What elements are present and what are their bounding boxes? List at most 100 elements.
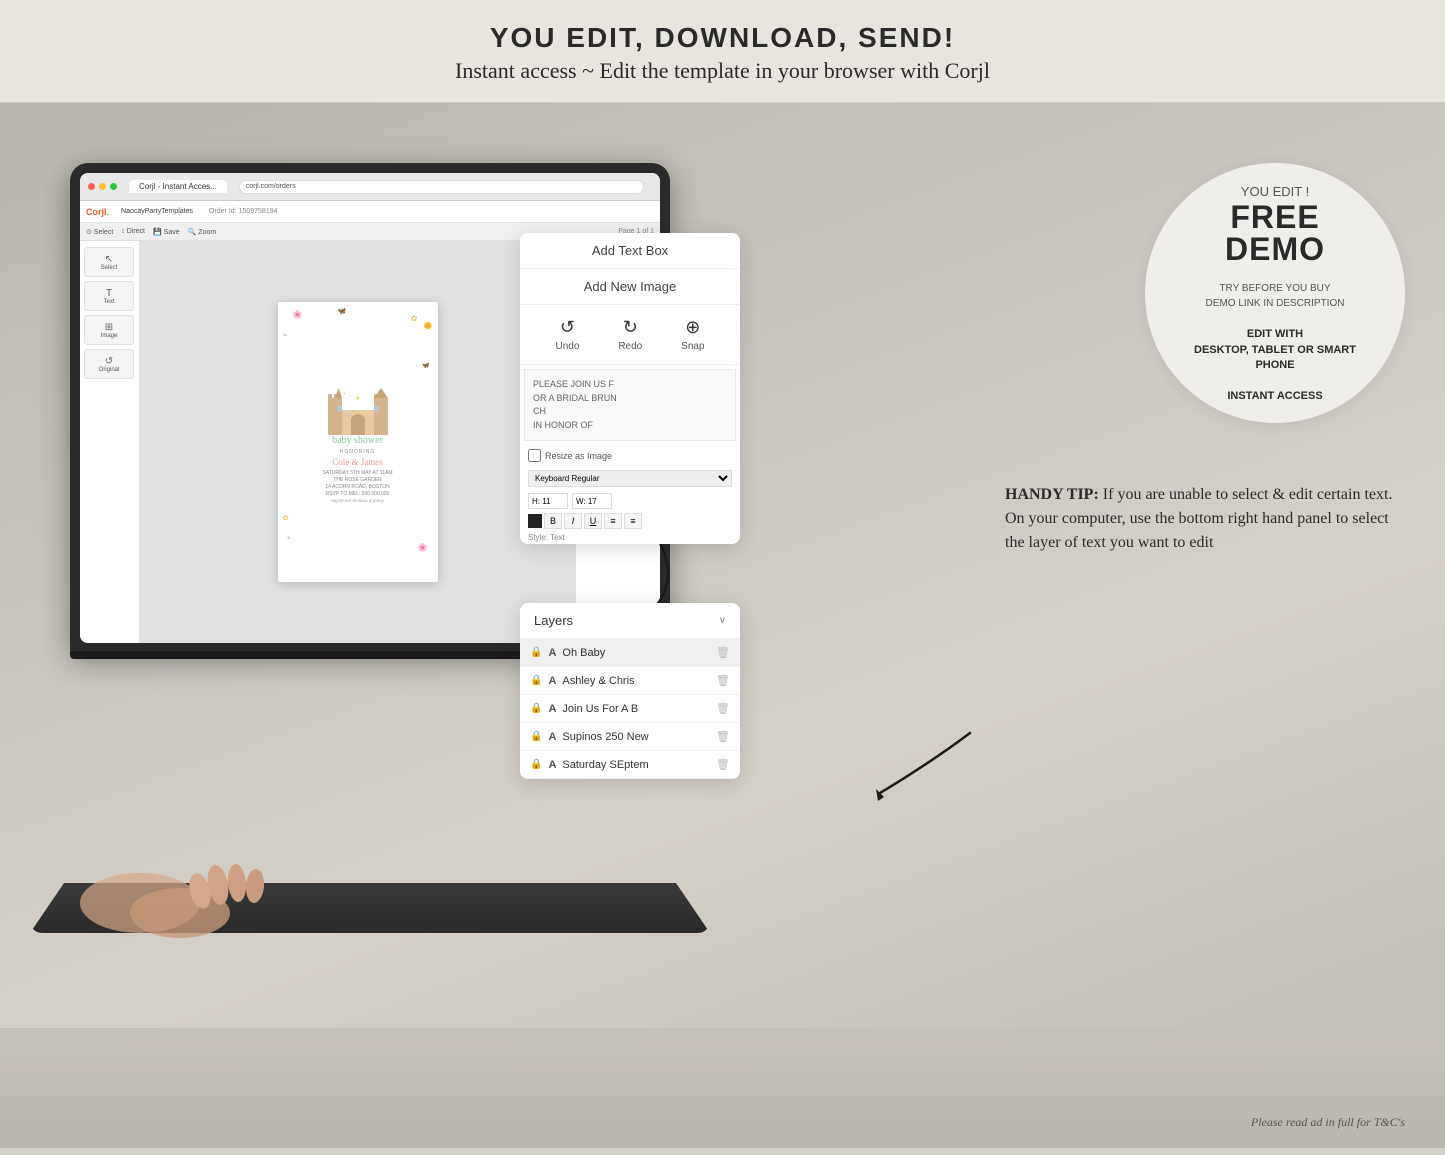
browser-tab[interactable]: Corjl - Instant Acces... — [129, 180, 227, 193]
demo-edit-with: EDIT WITH DESKTOP, TABLET OR SMART PHONE — [1175, 327, 1375, 373]
layer-name-3: Join Us For A B — [562, 703, 710, 715]
tool-original[interactable]: ↺ Original — [84, 349, 134, 379]
bold-button[interactable]: B — [544, 513, 562, 529]
layer-item-oh-baby[interactable]: 🔒 A Oh Baby 🗑 — [520, 639, 740, 667]
layers-header: Layers ∨ — [520, 603, 740, 639]
italic-button[interactable]: I — [564, 513, 582, 529]
font-select[interactable]: Keyboard Regular — [528, 470, 732, 487]
toolbar-item-1: ⊙ Select — [86, 228, 113, 236]
free-demo-circle: YOU EDIT ! FREE DEMO TRY BEFORE YOU BUY … — [1145, 163, 1405, 423]
font-settings-row: Keyboard Regular — [520, 466, 740, 491]
undo-icon: ↺ — [560, 317, 575, 338]
corjl-store: NaocayPartyTemplates — [121, 208, 193, 215]
card-names-text: Cole & James — [332, 457, 383, 467]
add-text-box-button[interactable]: Add Text Box — [520, 233, 740, 269]
resize-checkbox[interactable] — [528, 449, 541, 462]
delete-icon-5[interactable]: 🗑 — [716, 758, 730, 771]
lock-icon-2: 🔒 — [530, 675, 542, 686]
main-content: Corjl - Instant Acces... corjl.com/order… — [0, 103, 1445, 1148]
toolbar-item-3: 💾 Save — [153, 228, 180, 236]
browser-chrome: Corjl - Instant Acces... corjl.com/order… — [80, 173, 660, 201]
footer-text: Please read ad in full for T&C's — [1251, 1115, 1405, 1130]
demo-you-edit: YOU EDIT ! — [1241, 184, 1309, 199]
snap-tool[interactable]: ⊕ Snap — [681, 317, 704, 352]
corjl-order: Order Id: 1509758194 — [209, 208, 278, 215]
lock-icon-1: 🔒 — [530, 647, 542, 658]
demo-demo-text: DEMO — [1225, 233, 1325, 265]
browser-minimize-btn[interactable] — [99, 183, 106, 190]
add-new-image-button[interactable]: Add New Image — [520, 269, 740, 305]
card-date-text: SATURDAY 5TH MAY AT 11AM THE ROSE GARDEN… — [322, 470, 392, 504]
tool-select[interactable]: ↖ Select — [84, 247, 134, 277]
card-honoring-text: HONORING — [340, 449, 376, 455]
toolbar-item-4: 🔍 Zoom — [188, 228, 217, 236]
svg-text:★: ★ — [355, 395, 360, 402]
layers-panel: Layers ∨ 🔒 A Oh Baby 🗑 🔒 A Ashley & Chri… — [520, 603, 740, 779]
layer-item-ashley-chris[interactable]: 🔒 A Ashley & Chris 🗑 — [520, 667, 740, 695]
header-line1: YOU EDIT, DOWNLOAD, SEND! — [20, 22, 1425, 54]
text-preview: PLEASE JOIN US F OR A BRIDAL BRUN CH IN … — [524, 369, 736, 441]
layer-item-join-us[interactable]: 🔒 A Join Us For A B 🗑 — [520, 695, 740, 723]
layers-title: Layers — [534, 613, 573, 628]
corjl-logo: Corjl. — [86, 207, 109, 217]
delete-icon-4[interactable]: 🗑 — [716, 730, 730, 743]
align-center-button[interactable]: ≡ — [624, 513, 642, 529]
layer-type-2: A — [548, 675, 556, 687]
style-label: Style: Text — [520, 531, 740, 544]
header-line2: Instant access ~ Edit the template in yo… — [20, 58, 1425, 84]
invitation-card: 🌸 🦋 ✿ ❧ 🌼 ❧ 🌸 🦋 ✿ — [278, 302, 438, 582]
format-row: B I U ≡ ≡ — [520, 511, 740, 531]
toolbar-item-2: ↕ Direct — [121, 228, 145, 235]
castle-illustration: ★ ✦ — [323, 380, 393, 435]
width-input[interactable] — [572, 493, 612, 509]
demo-try-text: TRY BEFORE YOU BUY DEMO LINK IN DESCRIPT… — [1206, 281, 1345, 311]
layer-name-5: Saturday SEptem — [562, 759, 710, 771]
text-icon: T — [106, 288, 112, 299]
redo-tool[interactable]: ↻ Redo — [618, 317, 642, 352]
size-inputs — [520, 491, 740, 511]
browser-maximize-btn[interactable] — [110, 183, 117, 190]
delete-icon-3[interactable]: 🗑 — [716, 702, 730, 715]
layer-item-saturday[interactable]: 🔒 A Saturday SEptem 🗑 — [520, 751, 740, 779]
layer-name-2: Ashley & Chris — [562, 675, 710, 687]
corjl-sidebar: ↖ Select T Text ⊞ Image — [80, 241, 140, 643]
redo-icon: ↻ — [623, 317, 638, 338]
demo-free-text: FREE — [1230, 201, 1319, 233]
delete-icon-2[interactable]: 🗑 — [716, 674, 730, 687]
layer-type-5: A — [548, 759, 556, 771]
layer-type-3: A — [548, 703, 556, 715]
undo-tool[interactable]: ↺ Undo — [555, 317, 579, 352]
layer-type-4: A — [548, 731, 556, 743]
floating-panel: Add Text Box Add New Image ↺ Undo ↻ Redo… — [520, 233, 740, 544]
underline-button[interactable]: U — [584, 513, 602, 529]
lock-icon-4: 🔒 — [530, 731, 542, 742]
desk-surface — [0, 1028, 1445, 1148]
header-banner: YOU EDIT, DOWNLOAD, SEND! Instant access… — [0, 0, 1445, 103]
layer-type-1: A — [548, 647, 556, 659]
hands-area — [60, 783, 440, 983]
original-icon: ↺ — [105, 356, 113, 367]
hands-svg — [60, 783, 360, 963]
lock-icon-3: 🔒 — [530, 703, 542, 714]
align-left-button[interactable]: ≡ — [604, 513, 622, 529]
layer-name-1: Oh Baby — [562, 647, 710, 659]
demo-instant: INSTANT ACCESS — [1227, 390, 1322, 402]
svg-text:✦: ✦ — [343, 391, 347, 396]
snap-icon: ⊕ — [685, 317, 700, 338]
handy-tip-bold: HANDY TIP: — [1005, 486, 1099, 503]
handy-tip-container: HANDY TIP: If you are unable to select &… — [1005, 483, 1405, 555]
color-picker[interactable] — [528, 514, 542, 528]
layers-chevron-icon[interactable]: ∨ — [719, 615, 726, 626]
browser-close-btn[interactable] — [88, 183, 95, 190]
height-input[interactable] — [528, 493, 568, 509]
corjl-canvas: 🌸 🦋 ✿ ❧ 🌼 ❧ 🌸 🦋 ✿ — [140, 241, 575, 643]
layer-name-4: Supinos 250 New — [562, 731, 710, 743]
tool-image[interactable]: ⊞ Image — [84, 315, 134, 345]
select-icon: ↖ — [105, 254, 113, 265]
card-baby-shower-text: baby shower — [332, 435, 383, 446]
browser-url-bar[interactable]: corjl.com/orders — [239, 180, 644, 194]
corjl-navbar: Corjl. NaocayPartyTemplates Order Id: 15… — [80, 201, 660, 223]
tool-text[interactable]: T Text — [84, 281, 134, 311]
layer-item-supinos[interactable]: 🔒 A Supinos 250 New 🗑 — [520, 723, 740, 751]
delete-icon-1[interactable]: 🗑 — [716, 646, 730, 659]
